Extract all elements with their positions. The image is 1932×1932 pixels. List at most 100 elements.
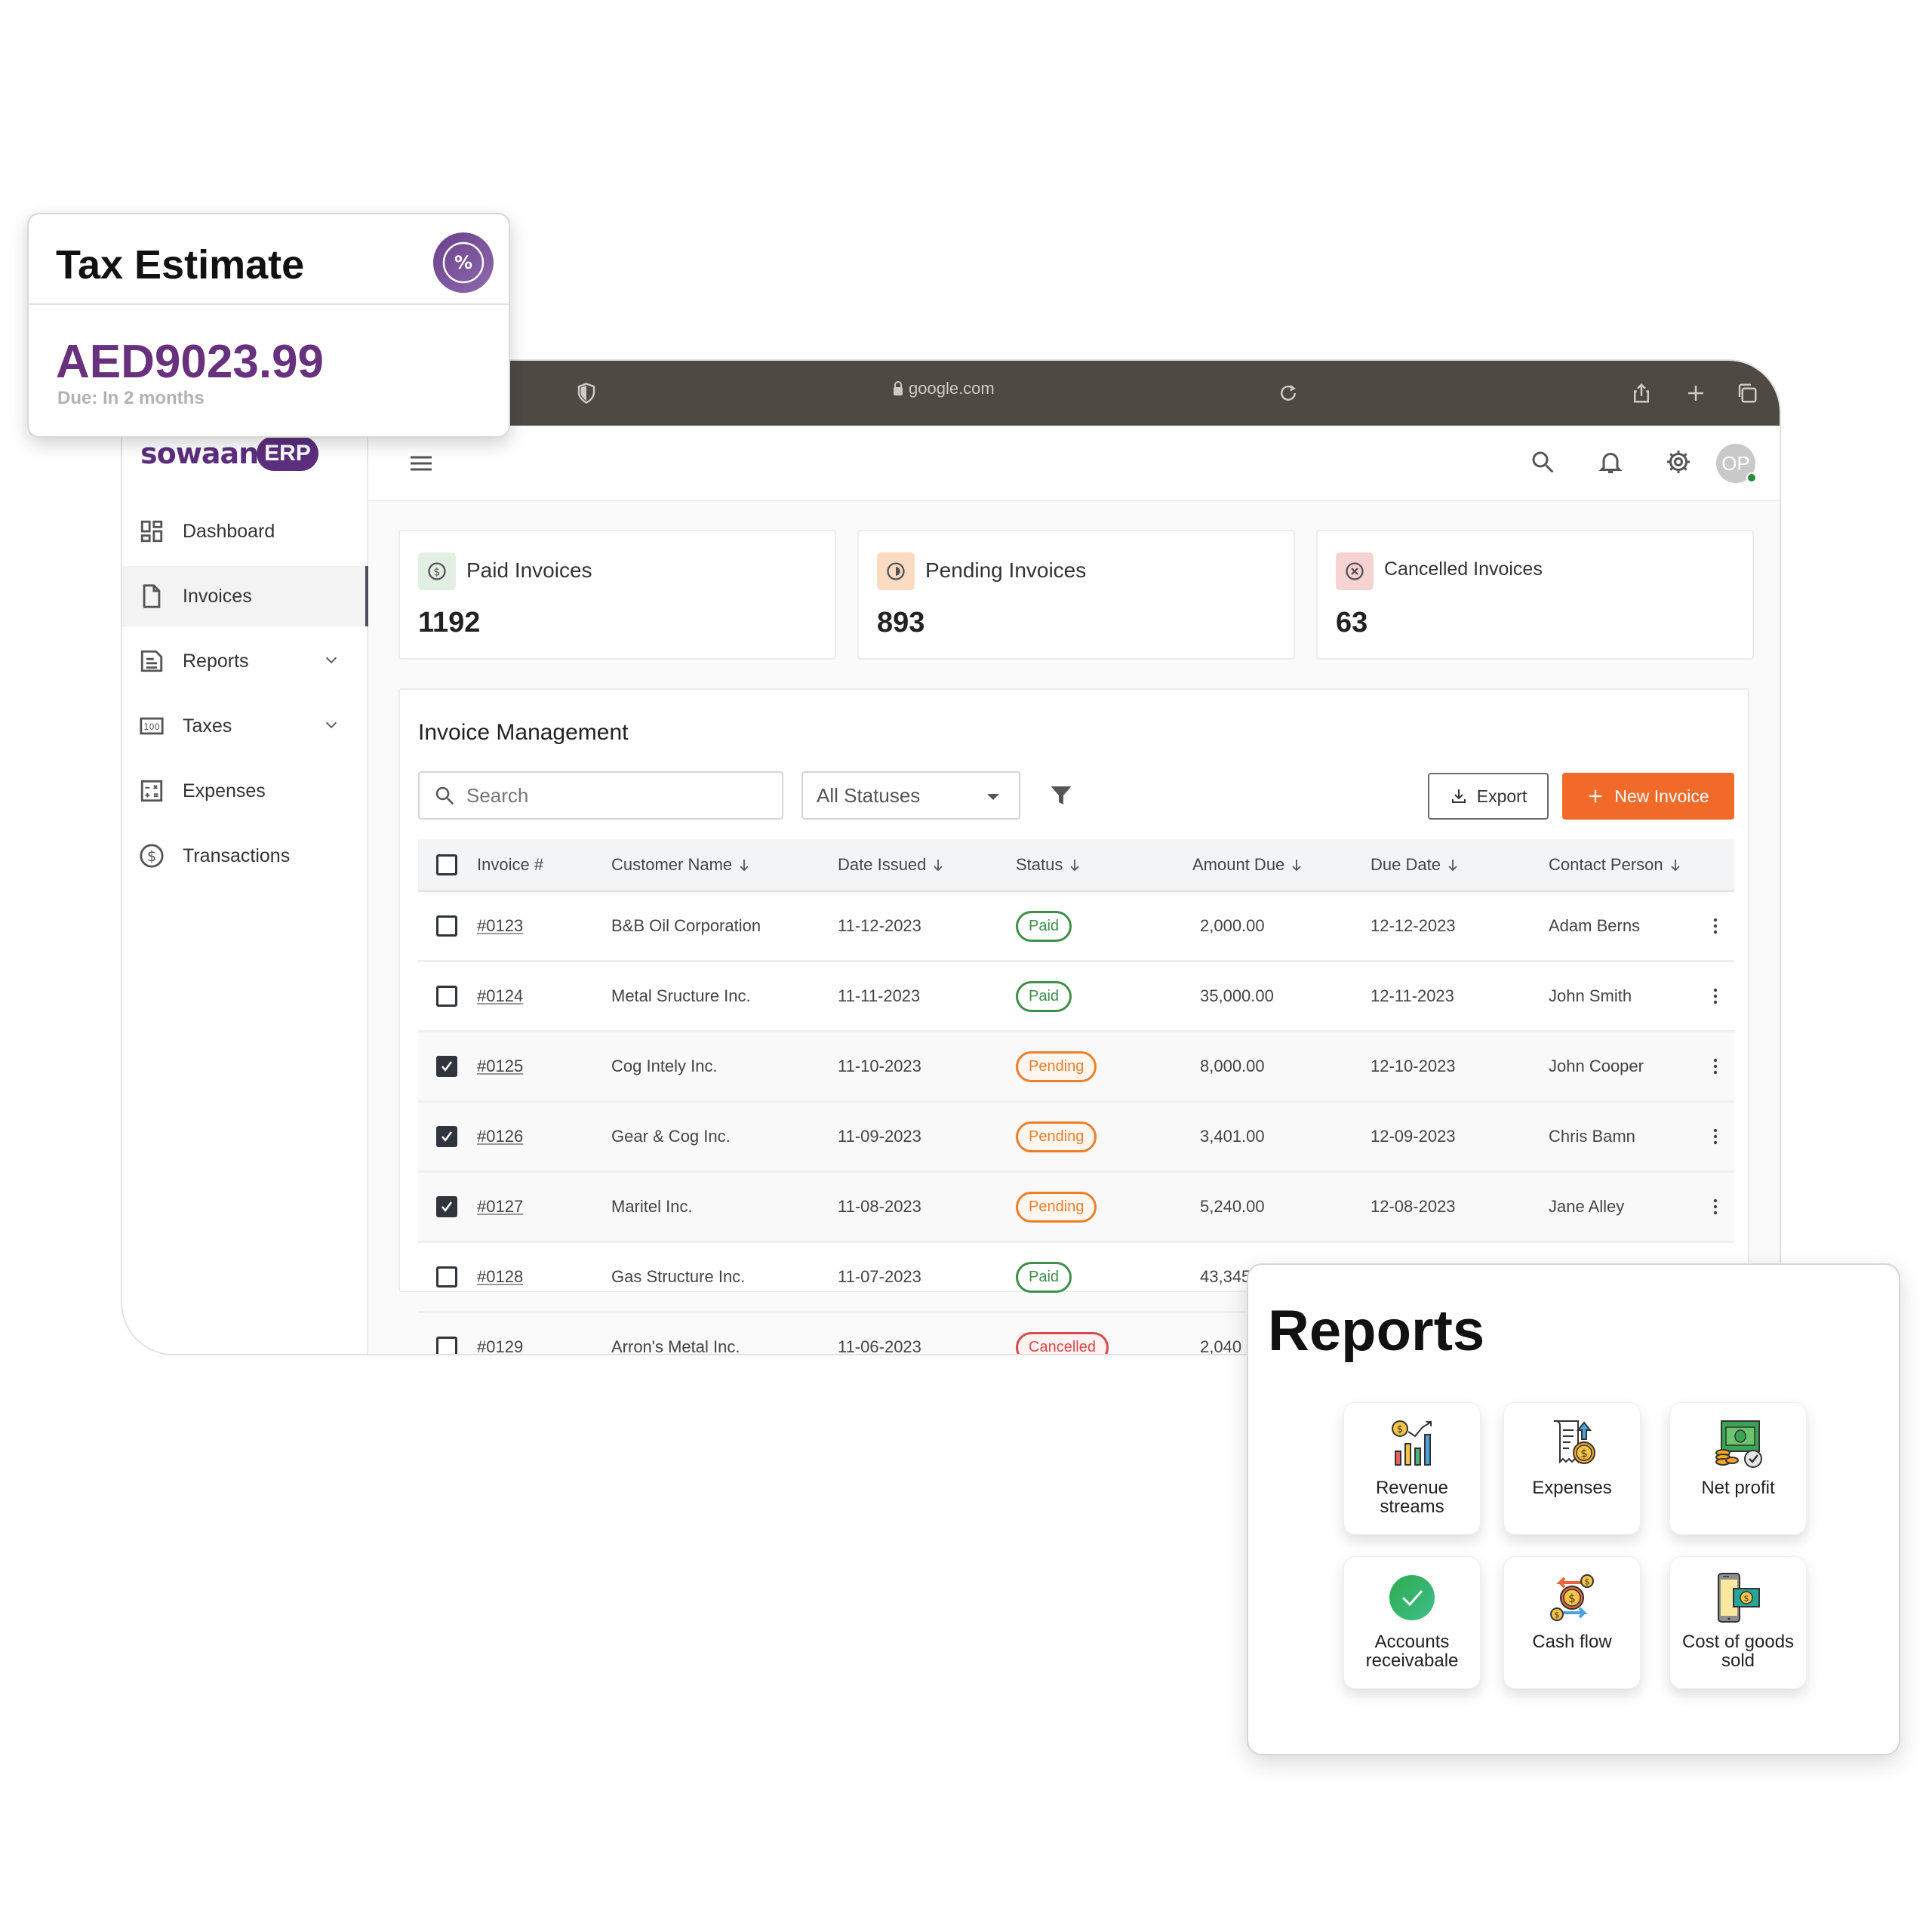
select-all-checkbox[interactable] <box>436 854 457 875</box>
chevron-down-icon[interactable] <box>323 717 340 734</box>
sidebar-item-transactions[interactable]: $ Transactions <box>122 826 367 886</box>
filter-icon[interactable] <box>1048 782 1075 809</box>
search-icon[interactable] <box>1529 448 1556 475</box>
row-actions[interactable] <box>1713 1128 1718 1146</box>
row-checkbox[interactable] <box>436 1196 457 1217</box>
column-header-customer[interactable]: Customer Name <box>611 855 750 875</box>
svg-text:100: 100 <box>143 721 160 732</box>
sidebar-item-invoices[interactable]: Invoices <box>122 566 368 626</box>
sort-arrow-icon <box>1070 859 1080 871</box>
gear-icon[interactable] <box>1665 448 1692 475</box>
sort-arrow-icon <box>1448 859 1457 871</box>
caret-down-icon <box>987 794 999 800</box>
check-icon <box>441 1061 453 1072</box>
tabs-icon[interactable] <box>1736 382 1758 405</box>
phone-cash-icon: $ <box>1718 1573 1760 1623</box>
invoice-management-panel: Invoice Management All Statuses Export N… <box>398 688 1749 1354</box>
report-tile-expenses[interactable]: $ Expenses <box>1503 1402 1641 1535</box>
sort-arrow-icon <box>934 859 943 871</box>
report-tile-revenue-streams[interactable]: $ Revenue streams <box>1343 1402 1481 1535</box>
invoice-link[interactable]: #0129 <box>477 1337 523 1354</box>
row-actions[interactable] <box>1713 1057 1718 1075</box>
invoice-link[interactable]: #0127 <box>477 1197 523 1217</box>
cell-amount: 43,345 <box>1200 1267 1251 1286</box>
invoice-link[interactable]: #0125 <box>477 1057 523 1076</box>
sidebar-item-reports[interactable]: Reports <box>122 631 367 691</box>
status-badge: Pending <box>1016 1051 1097 1082</box>
sidebar-item-taxes[interactable]: 100 Taxes <box>122 696 367 756</box>
search-field[interactable] <box>418 771 783 820</box>
new-invoice-button[interactable]: New Invoice <box>1562 773 1734 820</box>
more-options-icon[interactable] <box>1713 1057 1718 1075</box>
invoice-link[interactable]: #0128 <box>477 1267 523 1287</box>
tax-estimate-card[interactable]: Tax Estimate % AED9023.99 Due: In 2 mont… <box>27 213 510 438</box>
share-icon[interactable] <box>1630 382 1653 405</box>
table-row[interactable]: #0127 Maritel Inc. 11-08-2023 Pending 5,240.… <box>418 1173 1734 1243</box>
menu-icon[interactable] <box>409 453 433 474</box>
logo[interactable]: sowaan ERP <box>140 436 318 471</box>
sidebar-item-label: Reports <box>183 650 249 672</box>
cash-check-icon <box>1715 1420 1762 1468</box>
invoice-link[interactable]: #0123 <box>477 916 523 936</box>
browser-window: google.com sowaan ERP Dashboard Invoices <box>121 359 1781 1355</box>
new-tab-icon[interactable] <box>1684 382 1707 405</box>
row-checkbox[interactable] <box>436 986 457 1007</box>
row-actions[interactable] <box>1713 1198 1718 1216</box>
invoice-link[interactable]: #0124 <box>477 986 523 1006</box>
cell-amount: 3,401.00 <box>1200 1127 1265 1146</box>
report-tile-cash-flow[interactable]: $ $ $ Cash flow <box>1503 1556 1641 1689</box>
column-header-invoice[interactable]: Invoice # <box>477 855 543 875</box>
report-tile-label: Cost of goods sold <box>1681 1632 1795 1671</box>
search-input[interactable] <box>466 783 753 808</box>
cell-contact: John Cooper <box>1549 1057 1644 1075</box>
report-tile-cogs[interactable]: $ Cost of goods sold <box>1669 1556 1807 1689</box>
row-checkbox[interactable] <box>436 1126 457 1147</box>
report-tile-net-profit[interactable]: Net profit <box>1669 1402 1807 1535</box>
sidebar-item-expenses[interactable]: Expenses <box>122 761 367 821</box>
chevron-down-icon[interactable] <box>323 652 340 669</box>
column-header-status[interactable]: Status <box>1016 855 1081 875</box>
reports-card: Reports $ Revenue streams $ Expenses Net… <box>1247 1263 1900 1755</box>
column-header-due-date[interactable]: Due Date <box>1371 855 1459 875</box>
row-actions[interactable] <box>1713 987 1718 1005</box>
address-bar[interactable]: google.com <box>892 379 995 398</box>
cell-due: 12-09-2023 <box>1371 1127 1456 1146</box>
column-header-date-issued[interactable]: Date Issued <box>838 855 944 875</box>
more-options-icon[interactable] <box>1713 917 1718 935</box>
svg-text:$: $ <box>147 848 157 865</box>
column-header-contact[interactable]: Contact Person <box>1549 855 1681 875</box>
status-filter-select[interactable]: All Statuses <box>801 771 1020 820</box>
svg-text:$: $ <box>1555 1611 1560 1620</box>
invoice-link[interactable]: #0126 <box>477 1127 523 1146</box>
status-badge: Pending <box>1016 1121 1097 1152</box>
cell-customer: Metal Sructure Inc. <box>611 986 751 1005</box>
more-options-icon[interactable] <box>1713 1128 1718 1146</box>
table-row[interactable]: #0123 B&B Oil Corporation 11-12-2023 Paid 2,… <box>418 892 1734 962</box>
cell-issued: 11-09-2023 <box>838 1127 921 1146</box>
row-checkbox[interactable] <box>436 915 457 937</box>
more-options-icon[interactable] <box>1713 987 1718 1005</box>
cell-customer: Gas Structure Inc. <box>611 1267 746 1286</box>
table-row[interactable]: #0125 Cog Intely Inc. 11-10-2023 Pending 8,0… <box>418 1032 1734 1103</box>
row-actions[interactable] <box>1713 917 1718 935</box>
stat-title: Cancelled Invoices <box>1384 558 1543 580</box>
cell-issued: 11-10-2023 <box>838 1057 921 1075</box>
stat-card-pending[interactable]: Pending Invoices 893 <box>857 530 1295 660</box>
row-checkbox[interactable] <box>436 1056 457 1077</box>
export-button[interactable]: Export <box>1428 773 1549 820</box>
stat-card-paid[interactable]: $ Paid Invoices 1192 <box>398 530 836 660</box>
status-badge: Paid <box>1016 910 1072 942</box>
row-checkbox[interactable] <box>436 1266 457 1287</box>
stat-card-cancelled[interactable]: Cancelled Invoices 63 <box>1316 530 1754 660</box>
more-options-icon[interactable] <box>1713 1198 1718 1216</box>
shield-icon[interactable] <box>575 382 598 405</box>
column-header-amount-due[interactable]: Amount Due <box>1192 855 1303 875</box>
bell-icon[interactable] <box>1597 448 1624 475</box>
table-row[interactable]: #0124 Metal Sructure Inc. 11-11-2023 Paid 35… <box>418 962 1734 1032</box>
report-tile-accounts-receivable[interactable]: Accounts receivabale <box>1343 1556 1481 1689</box>
table-row[interactable]: #0126 Gear & Cog Inc. 11-09-2023 Pending 3,4… <box>418 1103 1734 1173</box>
row-checkbox[interactable] <box>436 1337 457 1354</box>
sidebar-item-dashboard[interactable]: Dashboard <box>122 501 367 561</box>
clock-icon <box>877 552 915 590</box>
reload-icon[interactable] <box>1277 382 1300 405</box>
